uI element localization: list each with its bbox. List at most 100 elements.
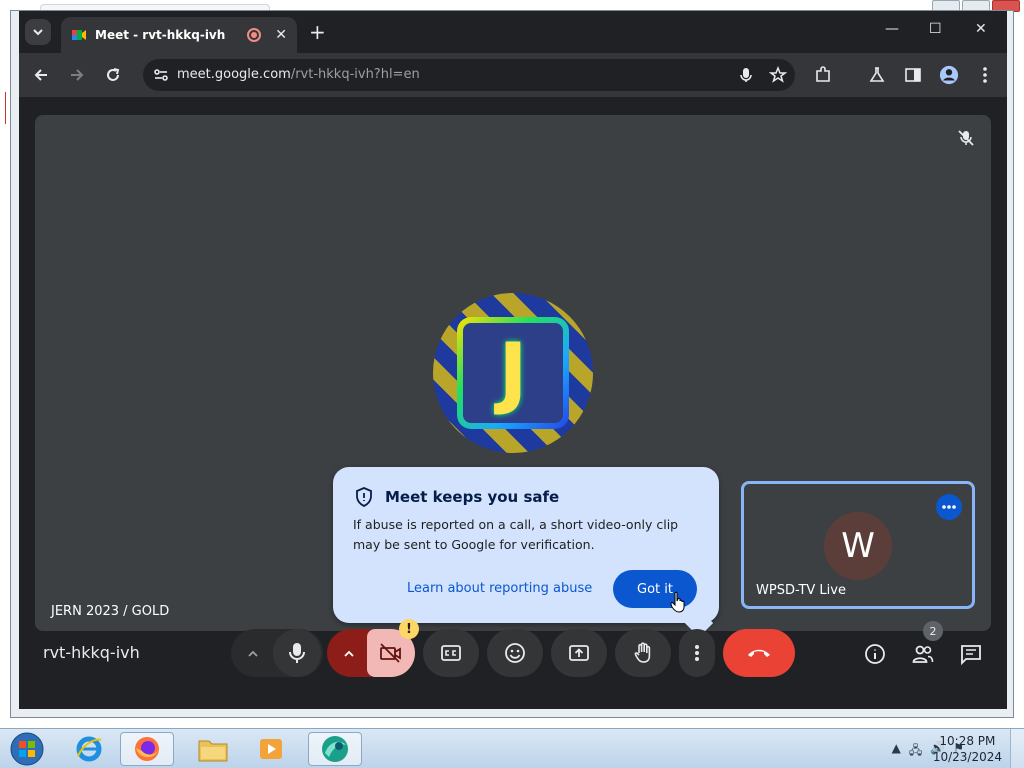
taskbar-file-explorer[interactable] <box>186 732 240 766</box>
taskbar-firefox[interactable] <box>120 732 174 766</box>
emoji-icon <box>505 643 525 663</box>
end-call-icon <box>748 649 770 657</box>
media-player-icon <box>260 739 282 759</box>
meet-content: J JERN 2023 / GOLD Meet keeps you safe I… <box>19 97 1007 709</box>
address-bar[interactable]: meet.google.com/rvt-hkkq-ivh?hl=en <box>143 59 795 91</box>
minimize-button[interactable]: — <box>885 21 899 37</box>
chevron-up-icon <box>344 650 354 657</box>
self-video-tile[interactable]: W WPSD-TV Live <box>741 481 975 609</box>
clock-time: 10:28 PM <box>939 734 996 748</box>
hand-cursor-icon <box>670 591 685 613</box>
safety-popup: Meet keeps you safe If abuse is reported… <box>333 467 719 638</box>
leave-call-button[interactable] <box>723 629 795 677</box>
meeting-info-icon[interactable] <box>864 643 886 665</box>
puzzle-icon <box>816 66 830 82</box>
reactions-button[interactable] <box>487 629 543 677</box>
arrow-left-icon <box>34 69 47 81</box>
taskbar-media-player[interactable] <box>244 732 298 766</box>
present-screen-button[interactable] <box>551 629 607 677</box>
main-participant-name: JERN 2023 / GOLD <box>51 604 170 619</box>
camera-off-icon <box>380 643 401 663</box>
clock-date: 10/23/2024 <box>932 750 1002 764</box>
participant-count-badge: 2 <box>923 621 943 641</box>
more-options-button[interactable] <box>679 629 715 677</box>
taskbar-internet-explorer[interactable] <box>62 732 116 766</box>
captions-button[interactable] <box>423 629 479 677</box>
mic-control-group <box>231 629 323 677</box>
tab-meet[interactable]: Meet - rvt-hkkq-ivh ✕ <box>61 17 297 53</box>
site-settings-icon[interactable] <box>151 65 171 85</box>
present-icon <box>569 645 589 661</box>
bookmark-star-icon[interactable] <box>769 66 787 84</box>
audio-options-button[interactable] <box>233 649 273 657</box>
windows-start-icon <box>10 732 44 766</box>
vertical-dots-icon <box>983 67 987 83</box>
maximize-button[interactable]: ☐ <box>929 21 942 37</box>
reload-button[interactable] <box>103 65 123 85</box>
flask-icon <box>869 67 885 82</box>
extensions-button[interactable] <box>813 65 833 85</box>
shield-icon <box>356 487 372 507</box>
microphone-button[interactable] <box>273 629 321 677</box>
close-window-button[interactable]: ✕ <box>975 21 987 37</box>
tab-strip: Meet - rvt-hkkq-ivh ✕ + — ☐ ✕ <box>19 11 1007 53</box>
taskbar-clock[interactable]: 10:28 PM 10/23/2024 <box>933 733 1002 765</box>
tile-more-options-button[interactable] <box>936 494 962 520</box>
popup-header: Meet keeps you safe <box>355 487 559 507</box>
self-avatar: W <box>824 512 892 580</box>
app-globe-icon <box>322 736 348 762</box>
horizontal-dots-icon <box>942 505 956 509</box>
tab-search-button[interactable] <box>25 19 51 45</box>
side-panel-icon <box>905 68 921 82</box>
network-icon[interactable]: 🖧 <box>909 741 922 762</box>
folder-icon <box>198 740 228 762</box>
browser-menu-button[interactable] <box>975 65 995 85</box>
mic-off-icon <box>958 130 974 146</box>
taskbar-app-active[interactable] <box>308 732 362 766</box>
vertical-dots-icon <box>695 645 699 661</box>
windows-taskbar: ▲ 🖧 🔊 ⚑ 10:28 PM 10/23/2024 <box>0 728 1024 768</box>
url-path: /rvt-hkkq-ivh?hl=en <box>290 67 420 82</box>
people-icon[interactable] <box>912 643 934 665</box>
reload-icon <box>107 68 120 81</box>
chat-icon[interactable] <box>960 643 982 665</box>
google-meet-icon <box>72 30 86 40</box>
hand-icon <box>634 642 651 663</box>
chevron-down-icon <box>33 29 43 36</box>
new-tab-button[interactable]: + <box>309 22 326 42</box>
firefox-icon <box>135 737 159 761</box>
self-name: WPSD-TV Live <box>756 583 846 598</box>
start-button[interactable] <box>0 732 54 766</box>
background-window-edge <box>5 92 6 124</box>
arrow-right-icon <box>71 69 84 81</box>
popup-title: Meet keeps you safe <box>385 488 560 506</box>
labs-button[interactable] <box>867 65 887 85</box>
show-desktop-button[interactable] <box>1010 729 1024 768</box>
side-panel-button[interactable] <box>903 65 923 85</box>
tab-title: Meet - rvt-hkkq-ivh <box>95 28 226 42</box>
microphone-in-use-icon[interactable] <box>737 66 755 84</box>
internet-explorer-icon <box>76 736 102 762</box>
chrome-frame: Meet - rvt-hkkq-ivh ✕ + — ☐ ✕ meet.googl… <box>19 11 1007 709</box>
learn-reporting-abuse-link[interactable]: Learn about reporting abuse <box>407 581 592 596</box>
tray-expand-icon[interactable]: ▲ <box>892 741 901 762</box>
browser-window: Meet - rvt-hkkq-ivh ✕ + — ☐ ✕ meet.googl… <box>10 10 1014 718</box>
avatar-frame: J <box>457 317 569 429</box>
popup-body: If abuse is reported on a call, a short … <box>353 517 679 552</box>
profile-avatar-icon <box>939 65 959 85</box>
video-options-button[interactable] <box>327 629 371 677</box>
profile-button[interactable] <box>939 65 959 85</box>
browser-toolbar: meet.google.com/rvt-hkkq-ivh?hl=en <box>19 53 1007 97</box>
forward-button[interactable] <box>67 65 87 85</box>
microphone-icon <box>289 643 305 663</box>
main-participant-avatar: J <box>433 293 593 453</box>
back-button[interactable] <box>31 65 51 85</box>
chevron-up-icon <box>248 650 258 657</box>
close-tab-icon[interactable]: ✕ <box>275 27 287 43</box>
raise-hand-button[interactable] <box>615 629 671 677</box>
recording-indicator-icon <box>247 28 262 42</box>
meeting-code: rvt-hkkq-ivh <box>43 643 140 662</box>
url-host: meet.google.com <box>177 67 291 82</box>
url-text: meet.google.com/rvt-hkkq-ivh?hl=en <box>177 67 420 82</box>
closed-captions-icon <box>441 645 461 661</box>
